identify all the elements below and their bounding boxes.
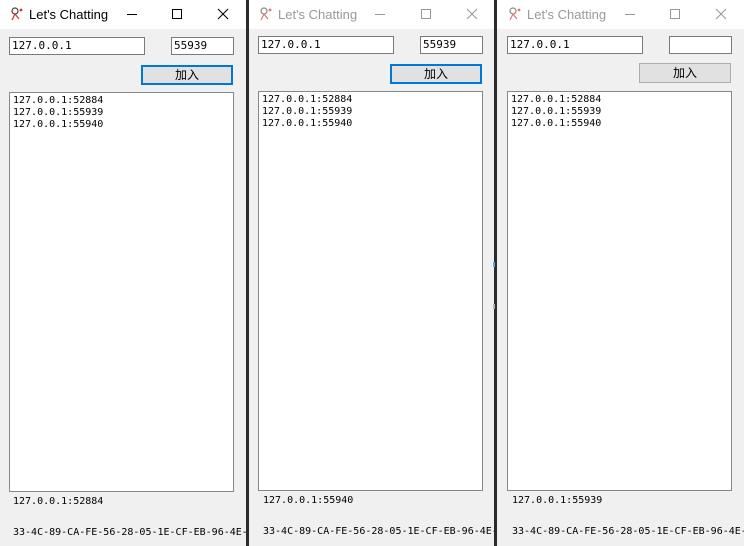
list-item[interactable]: 127.0.0.1:55940 bbox=[511, 118, 731, 130]
client-list[interactable]: 127.0.0.1:52884 127.0.0.1:55939 127.0.0.… bbox=[507, 91, 732, 491]
ip-input[interactable]: 127.0.0.1 bbox=[258, 36, 394, 54]
app-icon bbox=[507, 6, 523, 22]
app-icon bbox=[9, 6, 25, 22]
ip-input[interactable]: 127.0.0.1 bbox=[9, 37, 145, 55]
local-address: 127.0.0.1:55940 bbox=[263, 495, 354, 506]
minimize-icon[interactable] bbox=[123, 5, 141, 23]
list-item[interactable]: 127.0.0.1:52884 bbox=[262, 94, 482, 106]
window-title: Let's Chatting bbox=[527, 7, 607, 22]
port-input[interactable] bbox=[669, 36, 732, 54]
local-address: 127.0.0.1:52884 bbox=[13, 496, 104, 507]
chat-window-1: Let's Chatting 127.0.0.1 55939 加入 127.0.… bbox=[0, 0, 246, 546]
join-button[interactable]: 加入 bbox=[141, 65, 233, 85]
maximize-icon[interactable] bbox=[666, 5, 684, 23]
chat-window-2: Let's Chatting 127.0.0.1 55939 加入 127.0.… bbox=[249, 0, 494, 546]
join-button[interactable]: 加入 bbox=[390, 64, 482, 84]
local-address: 127.0.0.1:55939 bbox=[512, 495, 603, 506]
title-bar[interactable]: Let's Chatting bbox=[0, 0, 246, 29]
client-list[interactable]: 127.0.0.1:52884 127.0.0.1:55939 127.0.0.… bbox=[9, 92, 234, 492]
maximize-icon[interactable] bbox=[417, 5, 435, 23]
title-bar[interactable]: Let's Chatting bbox=[497, 0, 744, 29]
window-title: Let's Chatting bbox=[29, 7, 109, 22]
list-item[interactable]: 127.0.0.1:55939 bbox=[13, 107, 233, 119]
mac-address: 33-4C-89-CA-FE-56-28-05-1E-CF-EB-96-4E- bbox=[13, 527, 246, 538]
title-bar[interactable]: Let's Chatting bbox=[249, 0, 494, 29]
mac-address: 33-4C-89-CA-FE-56-28-05-1E-CF-EB-96-4E- bbox=[512, 526, 744, 537]
close-icon[interactable] bbox=[712, 5, 730, 23]
minimize-icon[interactable] bbox=[371, 5, 389, 23]
background-window-edge bbox=[493, 304, 495, 309]
background-window-edge bbox=[493, 262, 495, 267]
list-item[interactable]: 127.0.0.1:55940 bbox=[13, 119, 233, 131]
list-item[interactable]: 127.0.0.1:52884 bbox=[13, 95, 233, 107]
join-button[interactable]: 加入 bbox=[639, 63, 731, 83]
app-icon bbox=[258, 6, 274, 22]
window-title: Let's Chatting bbox=[278, 7, 358, 22]
maximize-icon[interactable] bbox=[168, 5, 186, 23]
client-list[interactable]: 127.0.0.1:52884 127.0.0.1:55939 127.0.0.… bbox=[258, 91, 483, 491]
port-input[interactable]: 55939 bbox=[420, 36, 483, 54]
ip-input[interactable]: 127.0.0.1 bbox=[507, 36, 643, 54]
list-item[interactable]: 127.0.0.1:55939 bbox=[262, 106, 482, 118]
list-item[interactable]: 127.0.0.1:55939 bbox=[511, 106, 731, 118]
list-item[interactable]: 127.0.0.1:55940 bbox=[262, 118, 482, 130]
chat-window-3: Let's Chatting 127.0.0.1 加入 127.0.0.1:52… bbox=[497, 0, 744, 546]
minimize-icon[interactable] bbox=[621, 5, 639, 23]
port-input[interactable]: 55939 bbox=[171, 37, 234, 55]
list-item[interactable]: 127.0.0.1:52884 bbox=[511, 94, 731, 106]
close-icon[interactable] bbox=[214, 5, 232, 23]
close-icon[interactable] bbox=[463, 5, 481, 23]
mac-address: 33-4C-89-CA-FE-56-28-05-1E-CF-EB-96-4E- bbox=[263, 526, 494, 537]
